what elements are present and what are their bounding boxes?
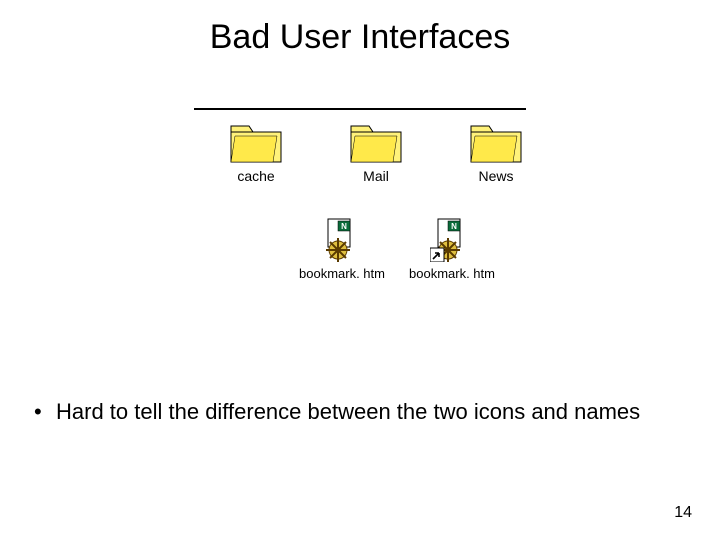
file-item[interactable]: N bookmark. htm <box>294 218 390 281</box>
file-browser-screenshot: cache Mail <box>186 108 534 302</box>
files-row: N bookmark. htm <box>294 218 500 281</box>
folder-label: Mail <box>363 168 389 184</box>
folder-icon <box>469 122 523 164</box>
svg-text:N: N <box>451 222 457 231</box>
folders-row: cache Mail <box>216 122 536 184</box>
folder-item[interactable]: News <box>456 122 536 184</box>
folder-label: News <box>478 168 513 184</box>
page-number: 14 <box>674 504 692 522</box>
folder-icon <box>229 122 283 164</box>
divider-line <box>194 108 526 110</box>
bullet-text: Hard to tell the difference between the … <box>56 398 680 426</box>
bookmark-file-icon: N <box>430 218 474 262</box>
folder-item[interactable]: Mail <box>336 122 416 184</box>
file-label: bookmark. htm <box>409 266 495 281</box>
file-label: bookmark. htm <box>299 266 385 281</box>
slide: Bad User Interfaces cache <box>0 0 720 540</box>
file-item[interactable]: N <box>404 218 500 281</box>
shortcut-arrow-icon <box>430 248 444 262</box>
folder-icon <box>349 122 403 164</box>
folder-item[interactable]: cache <box>216 122 296 184</box>
bullet-point: • Hard to tell the difference between th… <box>34 398 680 426</box>
folder-label: cache <box>237 168 274 184</box>
svg-text:N: N <box>341 222 347 231</box>
bullet-marker: • <box>34 398 56 426</box>
slide-title: Bad User Interfaces <box>0 18 720 57</box>
bookmark-file-icon: N <box>320 218 364 262</box>
